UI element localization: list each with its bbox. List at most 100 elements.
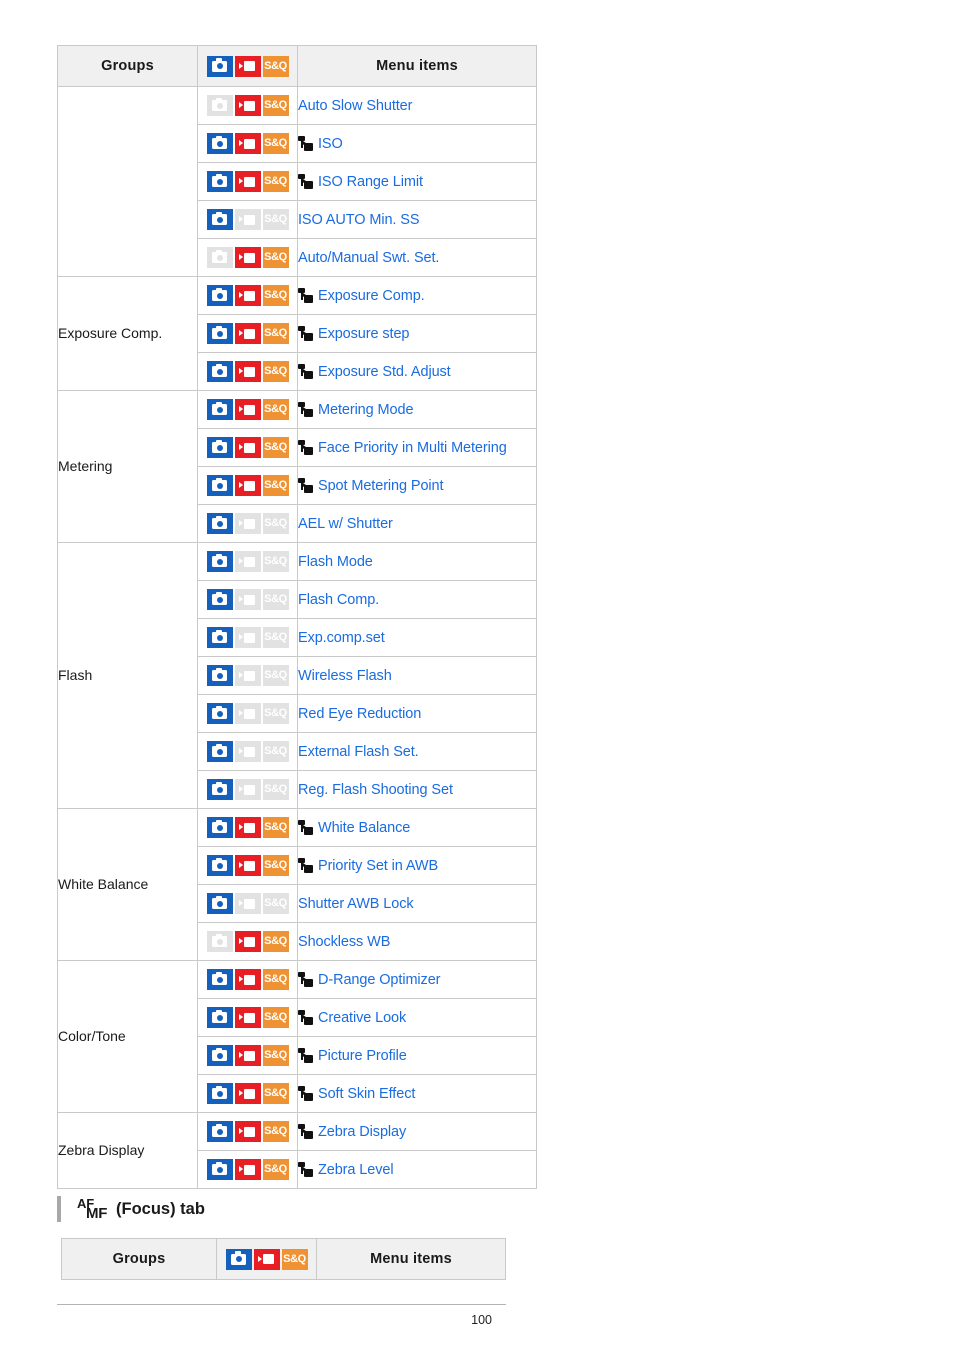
menu-item-link[interactable]: Shutter AWB Lock: [298, 896, 414, 912]
menu-item-link[interactable]: Auto/Manual Swt. Set.: [298, 250, 439, 266]
menu-item-cell[interactable]: Flash Comp.: [297, 580, 537, 619]
menu-item-link[interactable]: Auto Slow Shutter: [298, 98, 412, 114]
sandq-icon: S&Q: [262, 551, 289, 572]
sandq-icon: S&Q: [262, 247, 289, 268]
movie-icon: [234, 969, 261, 990]
camera-icon: [206, 55, 233, 77]
menu-item-cell[interactable]: Flash Mode: [297, 542, 537, 581]
menu-item-link[interactable]: Metering Mode: [318, 402, 414, 418]
icon-triple: S&Q: [206, 627, 289, 648]
menu-item-cell[interactable]: External Flash Set.: [297, 732, 537, 771]
menu-item-cell[interactable]: Shockless WB: [297, 922, 537, 961]
menu-item-cell[interactable]: Auto Slow Shutter: [297, 86, 537, 125]
focus-header-groups: Groups: [61, 1238, 217, 1280]
menu-item-link[interactable]: Priority Set in AWB: [318, 858, 438, 874]
menu-item-cell[interactable]: Exposure step: [297, 314, 537, 353]
camera-icon: [206, 817, 233, 838]
menu-item-cell[interactable]: ISO AUTO Min. SS: [297, 200, 537, 239]
menu-item-link[interactable]: Soft Skin Effect: [318, 1086, 415, 1102]
icon-triple-header: S&Q: [206, 55, 289, 77]
movie-icon: [234, 475, 261, 496]
menu-item-cell[interactable]: Shutter AWB Lock: [297, 884, 537, 923]
register-icon: [298, 1123, 313, 1139]
camera-icon: [206, 513, 233, 534]
menu-item-link[interactable]: Picture Profile: [318, 1048, 407, 1064]
mode-icons-cell: S&Q: [197, 846, 298, 885]
movie-icon: [234, 247, 261, 268]
page-number: 100: [471, 1313, 492, 1327]
menu-item-link[interactable]: D-Range Optimizer: [318, 972, 441, 988]
camera-icon: [225, 1248, 252, 1270]
icon-triple: S&Q: [206, 703, 289, 724]
menu-item-cell[interactable]: Priority Set in AWB: [297, 846, 537, 885]
menu-item-cell[interactable]: AEL w/ Shutter: [297, 504, 537, 543]
menu-item-cell[interactable]: Red Eye Reduction: [297, 694, 537, 733]
menu-item-link[interactable]: Face Priority in Multi Metering: [318, 440, 507, 456]
menu-item-link[interactable]: Zebra Level: [318, 1162, 394, 1178]
menu-item-link[interactable]: White Balance: [318, 820, 410, 836]
sandq-icon: S&Q: [262, 665, 289, 686]
menu-item-cell[interactable]: ISO: [297, 124, 537, 163]
menu-item-cell[interactable]: ISO Range Limit: [297, 162, 537, 201]
menu-item-link[interactable]: Red Eye Reduction: [298, 706, 421, 722]
menu-item-link[interactable]: Wireless Flash: [298, 668, 392, 684]
group-label-cell: Flash: [57, 542, 198, 809]
focus-tab-heading: AF MF (Focus) tab: [57, 1192, 205, 1226]
menu-item-cell[interactable]: Face Priority in Multi Metering: [297, 428, 537, 467]
menu-item-cell[interactable]: Spot Metering Point: [297, 466, 537, 505]
sandq-label: S&Q: [264, 1087, 287, 1099]
menu-item-cell[interactable]: Auto/Manual Swt. Set.: [297, 238, 537, 277]
camera-icon: [206, 1159, 233, 1180]
menu-item-link[interactable]: Spot Metering Point: [318, 478, 444, 494]
movie-icon: [234, 589, 261, 610]
document-page: Groups S&Q Menu items S&Q Auto Slow Shutt…: [0, 0, 954, 1350]
camera-icon: [206, 399, 233, 420]
menu-item-cell[interactable]: White Balance: [297, 808, 537, 847]
menu-item-link[interactable]: Reg. Flash Shooting Set: [298, 782, 453, 798]
movie-icon: [234, 1007, 261, 1028]
mode-icons-cell: S&Q: [197, 618, 298, 657]
menu-item-link[interactable]: Zebra Display: [318, 1124, 406, 1140]
menu-item-cell[interactable]: Creative Look: [297, 998, 537, 1037]
menu-item-link[interactable]: ISO: [318, 136, 343, 152]
register-icon: [298, 363, 313, 379]
menu-item-cell[interactable]: Zebra Level: [297, 1150, 537, 1189]
menu-item-cell[interactable]: D-Range Optimizer: [297, 960, 537, 999]
menu-item-link[interactable]: Exposure Std. Adjust: [318, 364, 451, 380]
menu-item-link[interactable]: Flash Comp.: [298, 592, 379, 608]
mode-icons-cell: S&Q: [197, 1074, 298, 1113]
menu-item-link[interactable]: ISO AUTO Min. SS: [298, 212, 420, 228]
menu-item-link[interactable]: Flash Mode: [298, 554, 373, 570]
mode-icons-cell: S&Q: [197, 1036, 298, 1075]
menu-item-link[interactable]: Exposure Comp.: [318, 288, 425, 304]
camera-icon: [206, 247, 233, 268]
icon-triple: S&Q: [206, 1045, 289, 1066]
menu-item-cell[interactable]: Metering Mode: [297, 390, 537, 429]
menu-item-cell[interactable]: Picture Profile: [297, 1036, 537, 1075]
camera-icon: [206, 931, 233, 952]
menu-item-cell[interactable]: Wireless Flash: [297, 656, 537, 695]
menu-item-link[interactable]: Shockless WB: [298, 934, 390, 950]
menu-item-cell[interactable]: Exposure Comp.: [297, 276, 537, 315]
menu-item-link[interactable]: External Flash Set.: [298, 744, 419, 760]
table-header: Groups S&Q Menu items: [57, 45, 537, 87]
movie-icon: [234, 855, 261, 876]
menu-item-cell[interactable]: Exposure Std. Adjust: [297, 352, 537, 391]
menu-item-link[interactable]: AEL w/ Shutter: [298, 516, 393, 532]
camera-icon: [206, 855, 233, 876]
menu-item-link[interactable]: Creative Look: [318, 1010, 406, 1026]
menu-item-cell[interactable]: Soft Skin Effect: [297, 1074, 537, 1113]
focus-header-mode-icons: S&Q: [216, 1238, 317, 1280]
mode-icons-cell: S&Q: [197, 884, 298, 923]
sandq-icon: S&Q: [262, 855, 289, 876]
movie-icon: [234, 437, 261, 458]
menu-item-cell[interactable]: Zebra Display: [297, 1112, 537, 1151]
menu-item-link[interactable]: Exp.comp.set: [298, 630, 385, 646]
sandq-label: S&Q: [264, 365, 287, 377]
menu-item-cell[interactable]: Exp.comp.set: [297, 618, 537, 657]
menu-item-cell[interactable]: Reg. Flash Shooting Set: [297, 770, 537, 809]
movie-icon: [234, 133, 261, 154]
menu-item-link[interactable]: Exposure step: [318, 326, 410, 342]
movie-icon: [234, 817, 261, 838]
menu-item-link[interactable]: ISO Range Limit: [318, 174, 423, 190]
